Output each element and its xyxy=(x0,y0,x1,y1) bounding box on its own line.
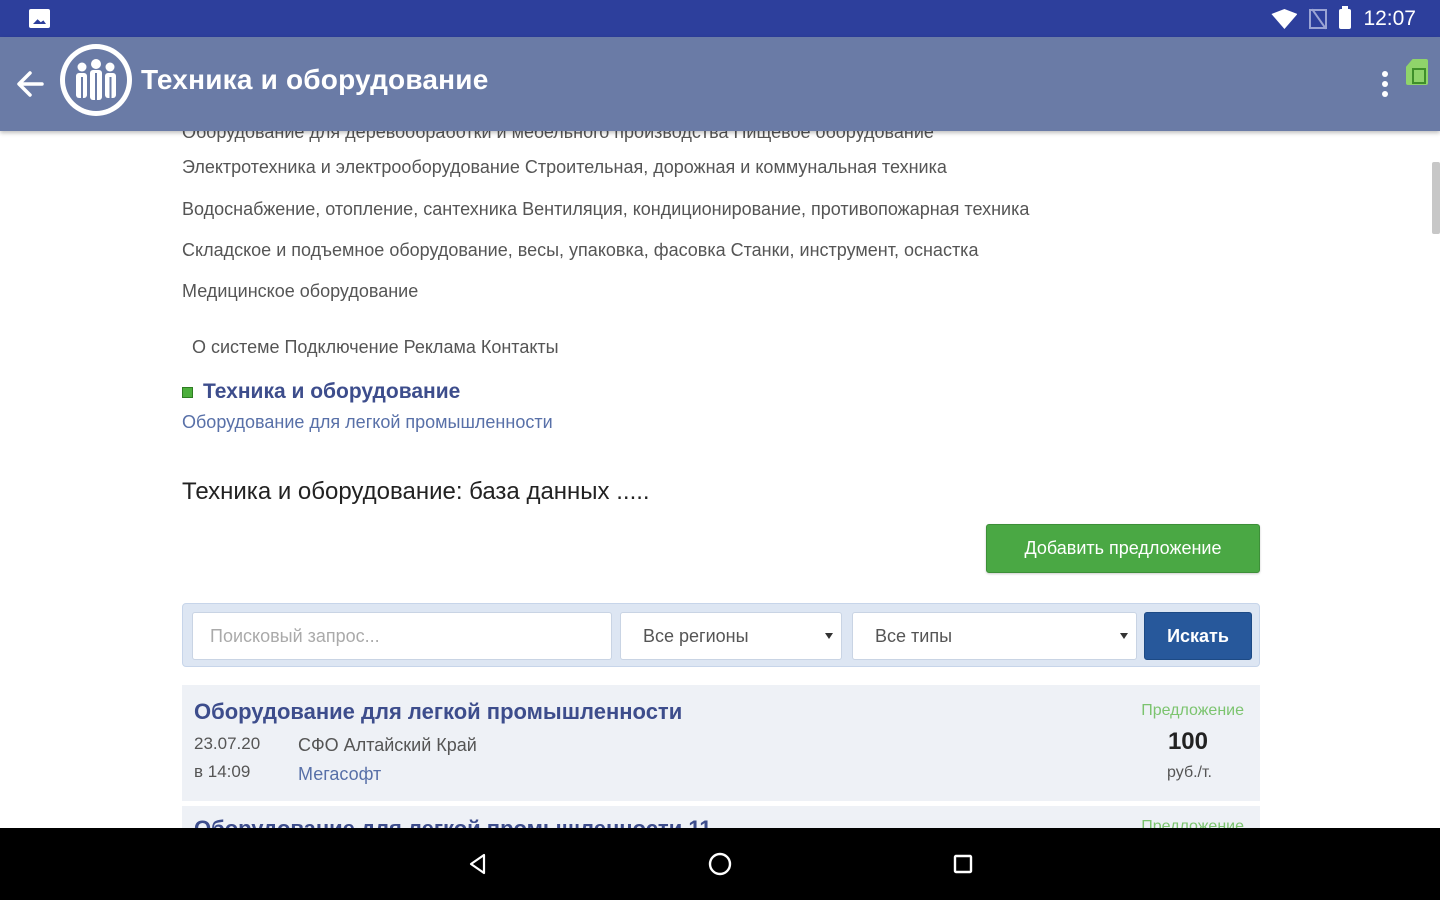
listing-type: Предложение xyxy=(1141,702,1244,719)
category-link[interactable]: Складское и подъемное оборудование, весы… xyxy=(182,240,978,261)
listing-item[interactable]: Оборудование для легкой промышленности 2… xyxy=(182,685,1260,801)
no-signal-icon xyxy=(1309,9,1328,29)
scrollbar[interactable] xyxy=(1432,162,1440,234)
listing-date: 23.07.20 xyxy=(194,734,261,753)
breadcrumb-main-link[interactable]: Техника и оборудование xyxy=(203,380,460,404)
listing-time: в 14:09 xyxy=(194,762,251,781)
breadcrumb-sub-link[interactable]: Оборудование для легкой промышленности xyxy=(182,412,553,433)
status-icons: 12:07 xyxy=(1271,5,1416,33)
category-link[interactable]: Водоснабжение, отопление, сантехника Вен… xyxy=(182,199,1029,220)
site-links[interactable]: О системе Подключение Реклама Контакты xyxy=(192,337,559,358)
people-logo-icon xyxy=(76,59,116,100)
circle-home-icon xyxy=(708,852,732,876)
listing-unit: руб./т. xyxy=(1167,764,1212,781)
status-bar: 12:07 xyxy=(0,0,1440,37)
listing-region: СФО Алтайский Край xyxy=(298,735,477,755)
page-title: Техника и оборудование: база данных ....… xyxy=(182,478,650,505)
type-select-value: Все типы xyxy=(875,625,953,646)
add-offer-button[interactable]: Добавить предложение xyxy=(986,524,1260,573)
square-recents-icon xyxy=(953,854,973,874)
image-notification-icon xyxy=(29,9,50,28)
nav-home-button[interactable] xyxy=(704,848,736,880)
nav-recents-button[interactable] xyxy=(947,848,979,880)
region-select[interactable]: Все регионы xyxy=(620,612,842,660)
app-title: Техника и оборудование xyxy=(141,64,489,95)
category-link[interactable]: Медицинское оборудование xyxy=(182,281,418,302)
breadcrumb: Техника и оборудование xyxy=(182,380,460,404)
region-select-value: Все регионы xyxy=(643,625,749,646)
battery-icon xyxy=(1339,6,1352,29)
navigation-bar xyxy=(0,828,1440,900)
web-content: Оборудование для деревообработки и мебел… xyxy=(0,120,1440,828)
listing-title[interactable]: Оборудование для легкой промышленности xyxy=(194,699,682,725)
wifi-icon xyxy=(1271,9,1298,29)
more-options-button[interactable] xyxy=(1372,67,1398,101)
listing-item[interactable]: Оборудование для легкой промышленности 1… xyxy=(182,806,1260,828)
search-input[interactable] xyxy=(192,612,612,660)
app-bar: Техника и оборудование xyxy=(0,37,1440,131)
status-time: 12:07 xyxy=(1363,7,1416,30)
listing-title[interactable]: Оборудование для легкой промышленности 1… xyxy=(194,816,712,828)
listing-company[interactable]: Мегасофт xyxy=(298,764,381,785)
back-arrow-icon xyxy=(17,71,44,97)
category-link[interactable]: Электротехника и электрооборудование Стр… xyxy=(182,157,947,178)
search-bar: Все регионы Все типы Искать xyxy=(182,603,1260,667)
listing-type: Предложение xyxy=(1141,818,1244,828)
listing-price: 100 xyxy=(1167,728,1208,755)
back-button[interactable] xyxy=(12,64,52,104)
triangle-back-icon xyxy=(469,853,486,875)
sd-card-icon xyxy=(1406,59,1428,85)
search-button[interactable]: Искать xyxy=(1144,612,1252,660)
nav-back-button[interactable] xyxy=(462,848,494,880)
app-logo xyxy=(60,44,132,116)
type-select[interactable]: Все типы xyxy=(852,612,1137,660)
caret-down-icon xyxy=(1120,633,1128,639)
bullet-square-icon xyxy=(182,386,193,398)
more-vert-icon xyxy=(1382,71,1388,77)
caret-down-icon xyxy=(825,633,833,639)
